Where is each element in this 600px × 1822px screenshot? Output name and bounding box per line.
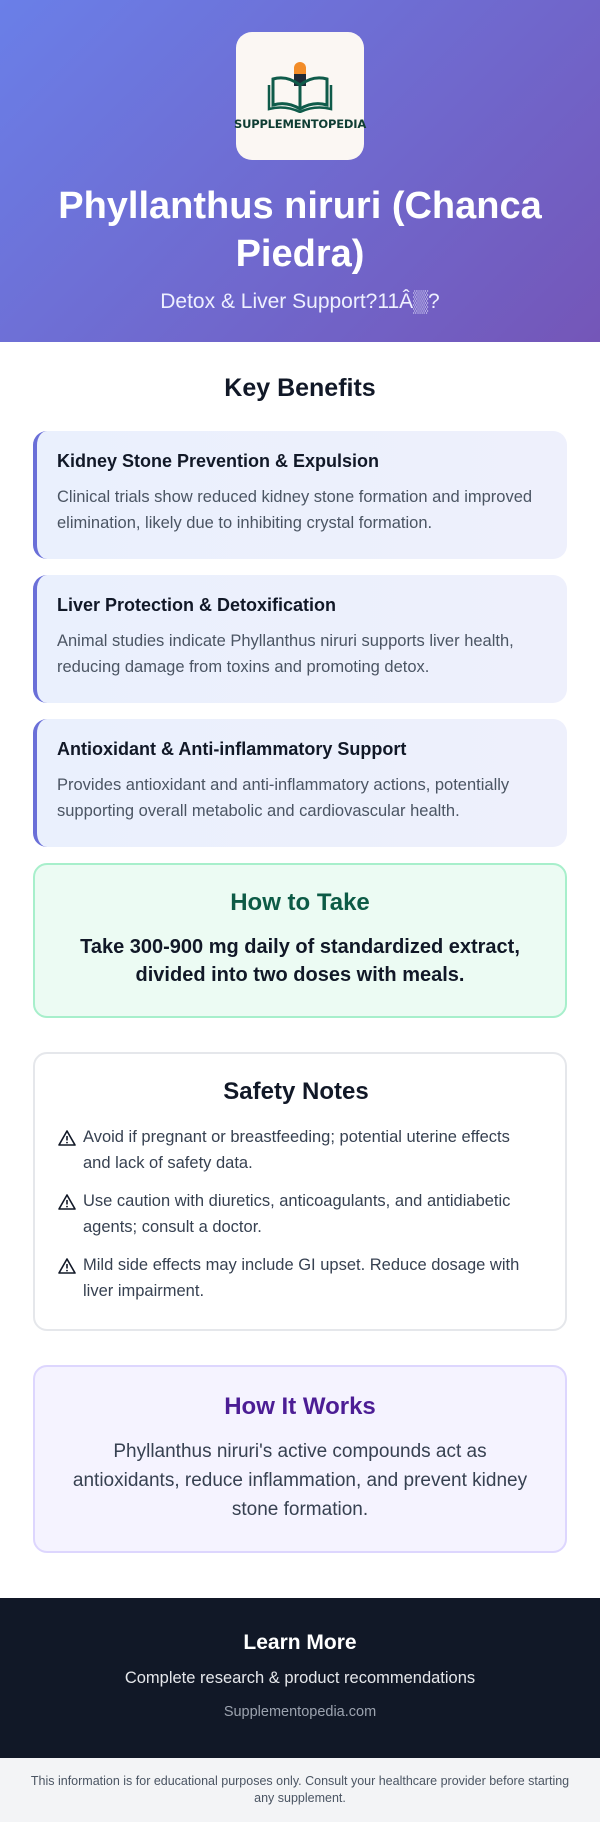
- learn-more-subtitle: Complete research & product recommendati…: [124, 1669, 476, 1687]
- page-subtitle: Detox & Liver Support?11Â▒?: [160, 290, 440, 313]
- benefit-card: Kidney Stone Prevention & Expulsion Clin…: [33, 431, 567, 559]
- how-it-works-card: How It Works Phyllanthus niruri's active…: [33, 1365, 567, 1553]
- warning-icon: [58, 1130, 76, 1146]
- logo: SUPPLEMENTOPEDIA: [234, 32, 367, 160]
- safety-notes-heading: Safety Notes: [223, 1078, 369, 1105]
- key-benefits-section: Key Benefits Kidney Stone Prevention & E…: [0, 342, 600, 847]
- benefit-text: Provides antioxidant and anti-inflammato…: [57, 776, 510, 820]
- safety-item: Avoid if pregnant or breastfeeding; pote…: [57, 1124, 535, 1176]
- benefit-card: Liver Protection & Detoxification Animal…: [33, 575, 567, 703]
- warning-icon: [58, 1194, 76, 1210]
- safety-item-text: Use caution with diuretics, anticoagulan…: [83, 1192, 511, 1236]
- how-to-take-heading: How to Take: [230, 889, 370, 916]
- warning-icon: [58, 1258, 76, 1274]
- hero-header: SUPPLEMENTOPEDIA Phyllanthus niruri (Cha…: [0, 0, 600, 342]
- learn-more-heading: Learn More: [243, 1631, 357, 1654]
- safety-list: Avoid if pregnant or breastfeeding; pote…: [57, 1124, 535, 1304]
- website-link[interactable]: Supplementopedia.com: [0, 1704, 600, 1720]
- benefit-text: Clinical trials show reduced kidney ston…: [57, 488, 533, 532]
- benefit-card: Antioxidant & Anti-inflammatory Support …: [33, 719, 567, 847]
- logo-text: SUPPLEMENTOPEDIA: [234, 117, 367, 131]
- page-title: Phyllanthus niruri (Chanca Piedra): [58, 185, 542, 275]
- page: SUPPLEMENTOPEDIA Phyllanthus niruri (Cha…: [0, 0, 600, 1822]
- safety-notes-card: Safety Notes Avoid if pregnant or breast…: [33, 1052, 567, 1331]
- how-it-works-text: Phyllanthus niruri's active compounds ac…: [72, 1441, 528, 1520]
- benefit-title: Kidney Stone Prevention & Expulsion: [57, 451, 380, 471]
- benefit-title: Antioxidant & Anti-inflammatory Support: [57, 739, 407, 759]
- how-it-works-heading: How It Works: [224, 1393, 376, 1420]
- dosage-text: Take 300-900 mg daily of standardized ex…: [80, 936, 520, 986]
- key-benefits-heading: Key Benefits: [224, 374, 376, 402]
- safety-item-text: Mild side effects may include GI upset. …: [83, 1256, 520, 1300]
- disclaimer: This information is for educational purp…: [0, 1758, 600, 1822]
- learn-more-footer: Learn More Complete research & product r…: [0, 1598, 600, 1758]
- book-capsule-icon: [267, 62, 333, 113]
- safety-item-text: Avoid if pregnant or breastfeeding; pote…: [83, 1128, 510, 1172]
- safety-item: Mild side effects may include GI upset. …: [57, 1252, 535, 1304]
- benefit-text: Animal studies indicate Phyllanthus niru…: [57, 632, 514, 676]
- benefit-title: Liver Protection & Detoxification: [57, 595, 337, 615]
- safety-item: Use caution with diuretics, anticoagulan…: [57, 1188, 535, 1240]
- how-to-take-card: How to Take Take 300-900 mg daily of sta…: [33, 863, 567, 1018]
